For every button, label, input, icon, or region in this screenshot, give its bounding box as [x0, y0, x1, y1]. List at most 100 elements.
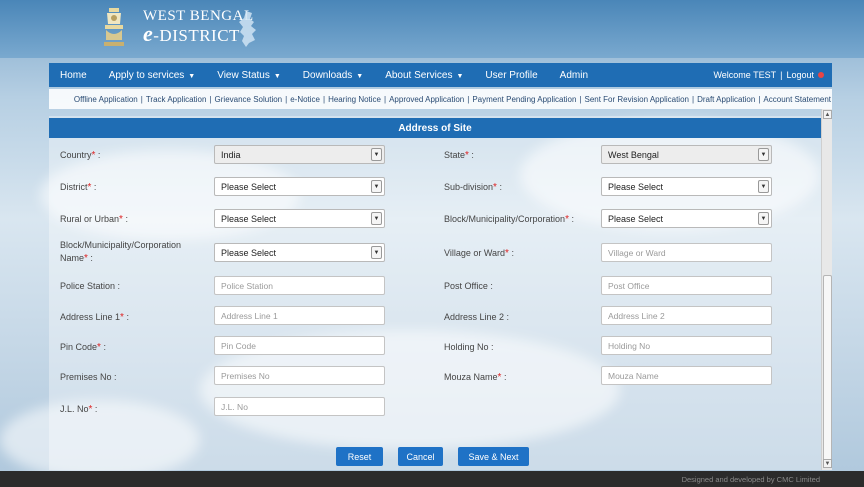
- address-line2-input[interactable]: [601, 306, 772, 325]
- rural-urban-label-text: Rural or Urban: [60, 214, 120, 224]
- chevron-down-icon[interactable]: ▼: [371, 212, 382, 225]
- state-selected-value: West Bengal: [608, 149, 659, 160]
- subnav-payment-pending[interactable]: Payment Pending Application: [472, 95, 576, 104]
- caret-down-icon: ▼: [188, 72, 196, 80]
- chevron-down-icon[interactable]: ▼: [758, 212, 769, 225]
- brand-e-letter: e: [143, 21, 154, 46]
- nav-downloads[interactable]: Downloads ▼: [292, 70, 374, 81]
- pin-code-label: Pin Code* :: [60, 342, 106, 353]
- label-colon: :: [496, 182, 502, 192]
- subnav-divider: |: [579, 94, 582, 104]
- label-colon: :: [95, 150, 101, 160]
- block-name-label-line1: Block/Municipality/Corporation: [60, 240, 182, 250]
- sub-navbar: Offline Application | Track Application | …: [49, 89, 832, 109]
- block-label-text: Block/Municipality/Corporation: [444, 214, 566, 224]
- nav-admin-label: Admin: [559, 69, 589, 81]
- subnav-draft-application[interactable]: Draft Application: [697, 95, 755, 104]
- country-select[interactable]: India ▼: [214, 145, 385, 164]
- state-emblem-icon: [100, 6, 128, 50]
- west-bengal-map-icon: [239, 11, 256, 47]
- premises-no-input[interactable]: [214, 366, 385, 385]
- chevron-down-icon[interactable]: ▼: [371, 180, 382, 193]
- footer-bar: Designed and developed by CMC Limited: [0, 471, 864, 487]
- save-next-button[interactable]: Save & Next: [458, 447, 529, 466]
- holding-no-input[interactable]: [601, 336, 772, 355]
- nav-apply-to-services[interactable]: Apply to services ▼: [98, 70, 207, 81]
- nav-separator: |: [780, 70, 783, 80]
- subdivision-selected-value: Please Select: [608, 181, 664, 192]
- village-label-text: Village or Ward: [444, 248, 506, 258]
- village-label: Village or Ward* :: [444, 248, 514, 259]
- rural-urban-label: Rural or Urban* :: [60, 214, 128, 225]
- subnav-e-notice[interactable]: e-Notice: [290, 95, 320, 104]
- subdivision-select[interactable]: Please Select ▼: [601, 177, 772, 196]
- premises-no-label: Premises No :: [60, 372, 117, 382]
- country-label: Country* :: [60, 150, 100, 161]
- nav-downloads-label: Downloads: [302, 69, 353, 81]
- rural-urban-select[interactable]: Please Select ▼: [214, 209, 385, 228]
- reset-button[interactable]: Reset: [336, 447, 383, 466]
- address-line1-label-text: Address Line 1: [60, 312, 121, 322]
- scroll-thumb[interactable]: [823, 275, 832, 461]
- scroll-up-icon[interactable]: ▲: [823, 110, 832, 119]
- block-name-select[interactable]: Please Select ▼: [214, 243, 385, 262]
- subnav-hearing-notice[interactable]: Hearing Notice: [328, 95, 381, 104]
- nav-admin[interactable]: Admin: [549, 70, 599, 81]
- jl-no-input[interactable]: [214, 397, 385, 416]
- label-colon: :: [123, 312, 129, 322]
- district-selected-value: Please Select: [221, 181, 277, 192]
- subnav-sent-for-revision[interactable]: Sent For Revision Application: [584, 95, 689, 104]
- cancel-button[interactable]: Cancel: [398, 447, 443, 466]
- block-label: Block/Municipality/Corporation* :: [444, 214, 574, 225]
- block-select[interactable]: Please Select ▼: [601, 209, 772, 228]
- nav-user-profile[interactable]: User Profile: [474, 70, 548, 81]
- nav-home[interactable]: Home: [49, 70, 98, 81]
- block-name-label: Block/Municipality/Corporation Name* :: [60, 240, 200, 264]
- subnav-divider: |: [467, 94, 470, 104]
- label-colon: :: [122, 214, 128, 224]
- subnav-grievance-solution[interactable]: Grievance Solution: [215, 95, 283, 104]
- subnav-divider: |: [285, 94, 288, 104]
- police-station-input[interactable]: [214, 276, 385, 295]
- jl-no-label-text: J.L. No: [60, 404, 89, 414]
- subnav-divider: |: [209, 94, 212, 104]
- district-label: District* :: [60, 182, 96, 193]
- state-label-text: State: [444, 150, 466, 160]
- mouza-name-input[interactable]: [601, 366, 772, 385]
- caret-down-icon: ▼: [456, 72, 464, 80]
- label-colon: :: [91, 182, 97, 192]
- subnav-track-application[interactable]: Track Application: [146, 95, 207, 104]
- pin-code-input[interactable]: [214, 336, 385, 355]
- scrollbar[interactable]: ▲ ▼: [821, 109, 832, 470]
- address-line1-input[interactable]: [214, 306, 385, 325]
- chevron-down-icon[interactable]: ▼: [758, 148, 769, 161]
- block-name-label-text: Name: [60, 253, 85, 263]
- section-title: Address of Site: [49, 118, 821, 138]
- nav-view-status[interactable]: View Status ▼: [206, 70, 292, 81]
- logout-link[interactable]: Logout: [786, 70, 814, 80]
- district-select[interactable]: Please Select ▼: [214, 177, 385, 196]
- village-input[interactable]: [601, 243, 772, 262]
- chevron-down-icon[interactable]: ▼: [371, 246, 382, 259]
- chevron-down-icon[interactable]: ▼: [371, 148, 382, 161]
- subnav-divider: |: [691, 94, 695, 104]
- logout-icon[interactable]: [818, 72, 824, 78]
- nav-apply-label: Apply to services: [108, 69, 185, 81]
- label-colon: :: [87, 253, 93, 263]
- welcome-text: Welcome TEST: [713, 70, 777, 80]
- subnav-account-statement[interactable]: Account Statement: [763, 95, 831, 104]
- caret-down-icon: ▼: [356, 72, 364, 80]
- caret-down-icon: ▼: [273, 72, 281, 80]
- post-office-input[interactable]: [601, 276, 772, 295]
- chevron-down-icon[interactable]: ▼: [758, 180, 769, 193]
- subnav-offline-application[interactable]: Offline Application: [74, 95, 138, 104]
- label-colon: :: [100, 342, 106, 352]
- state-select[interactable]: West Bengal ▼: [601, 145, 772, 164]
- subnav-approved-application[interactable]: Approved Application: [389, 95, 464, 104]
- brand-district-text: -DISTRICT: [153, 26, 240, 45]
- nav-about-label: About Services: [385, 69, 453, 81]
- label-colon: :: [468, 150, 474, 160]
- pin-code-label-text: Pin Code: [60, 342, 98, 352]
- nav-about-services[interactable]: About Services ▼: [374, 70, 474, 81]
- scroll-down-icon[interactable]: ▼: [823, 459, 832, 468]
